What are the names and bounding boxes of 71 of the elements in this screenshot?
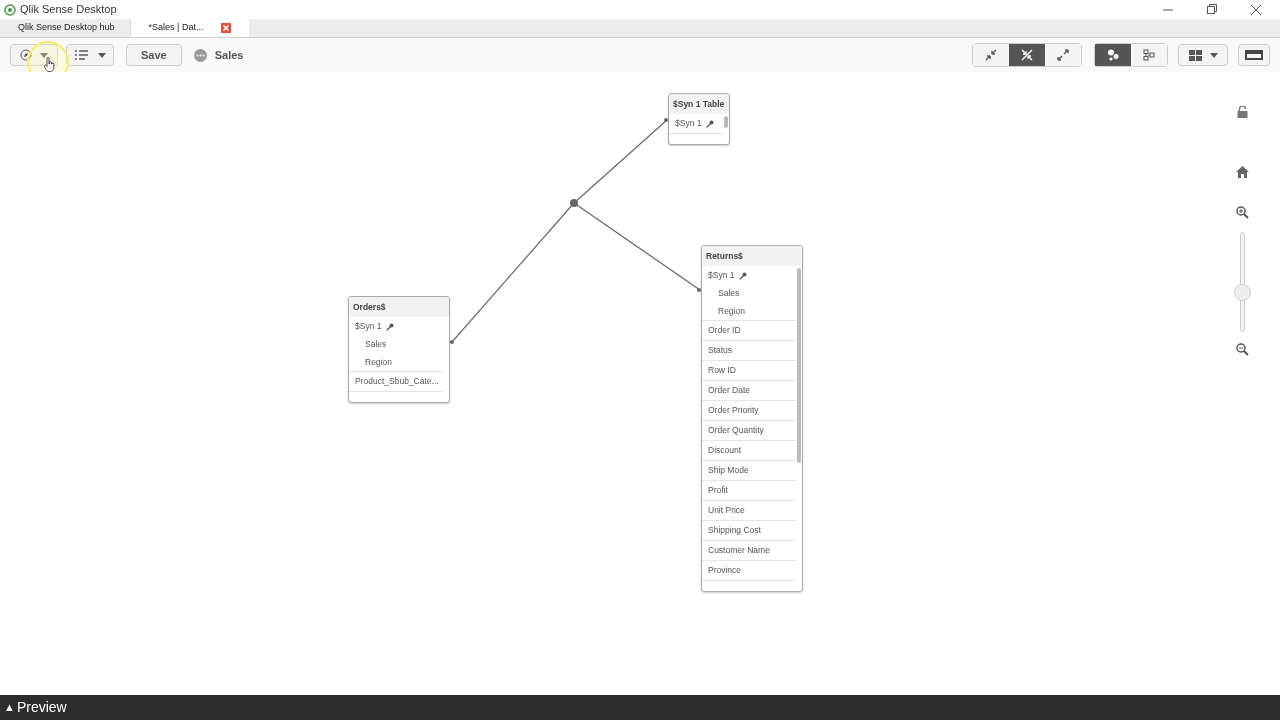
preview-toggle-button[interactable] <box>1238 44 1270 66</box>
navigation-dropdown-button[interactable] <box>10 44 58 66</box>
scrollbar[interactable] <box>724 116 728 129</box>
layout-dropdown-button[interactable] <box>1178 44 1228 66</box>
field-name[interactable]: Ship Mode <box>708 464 749 477</box>
field-name[interactable]: Region <box>365 355 392 369</box>
field-name[interactable]: $Syn 1 <box>708 269 735 282</box>
zoom-slider[interactable] <box>1234 232 1251 332</box>
field-name[interactable]: Status <box>708 344 733 357</box>
tab-label: Qlik Sense Desktop hub <box>18 21 115 35</box>
grid-icon <box>1188 49 1202 61</box>
caret-icon <box>40 52 48 58</box>
collapse-arrows-icon <box>985 49 997 61</box>
panel-icon <box>1245 50 1263 60</box>
field-name[interactable]: Sales <box>365 338 387 352</box>
field-name[interactable]: Customer Name <box>708 544 770 557</box>
slider-thumb[interactable] <box>1234 284 1251 302</box>
sheet-list-dropdown-button[interactable] <box>66 44 114 66</box>
table-title: $Syn 1 Table <box>673 97 725 111</box>
key-icon <box>706 119 715 128</box>
view-toggle-button[interactable] <box>1131 44 1167 66</box>
zoom-out-icon[interactable] <box>1236 343 1249 356</box>
caret-icon <box>1209 52 1218 58</box>
bubble-view-icon <box>1107 49 1119 61</box>
preview-label[interactable]: Preview <box>16 697 67 718</box>
lock-icon[interactable] <box>1237 106 1248 118</box>
field-name[interactable]: Profit <box>708 484 728 497</box>
tree-view-icon <box>1143 49 1155 61</box>
field-name[interactable]: Sales <box>718 287 740 301</box>
field-name[interactable]: Product_Sbub_Cate... <box>355 375 439 388</box>
more-icon[interactable] <box>193 48 207 62</box>
field-name[interactable]: Shipping Cost <box>708 524 761 537</box>
zoom-in-icon[interactable] <box>1236 206 1249 219</box>
expand-arrow[interactable]: ▲ <box>4 699 15 716</box>
field-name[interactable]: $Syn 1 <box>355 320 382 333</box>
field-name[interactable]: Order ID <box>708 324 741 337</box>
compass-icon <box>20 49 32 61</box>
field-name[interactable]: Unit Price <box>708 504 745 517</box>
field-name[interactable]: Province <box>708 564 742 577</box>
list-icon <box>74 50 88 60</box>
tab[interactable]: *Sales | Dat... <box>130 18 250 37</box>
table-title: Orders$ <box>353 300 386 314</box>
field-name[interactable]: $Syn 1 <box>675 117 702 130</box>
field-name[interactable]: Region <box>718 304 745 318</box>
field-name[interactable]: Discount <box>708 444 742 457</box>
expand-arrows-icon <box>1057 49 1069 61</box>
caret-icon <box>97 52 106 58</box>
view-toggle-button[interactable] <box>973 44 1009 66</box>
view-toggle-button[interactable] <box>1095 44 1131 66</box>
view-toggle-button[interactable] <box>1045 44 1081 66</box>
key-icon <box>739 271 748 280</box>
window-title: Qlik Sense Desktop <box>20 2 117 18</box>
home-icon[interactable] <box>1236 166 1249 178</box>
field-name[interactable]: Row ID <box>708 364 736 377</box>
save-button[interactable]: Save <box>126 44 182 66</box>
table-card[interactable]: Returns$ $Syn 1 Sales Region Order ID Status Row ID Order Date Order Priority Order Quantity Discount Ship Mode Profit Unit Price Shipping Cost Customer Name Province <box>701 245 803 592</box>
table-title: Returns$ <box>706 249 743 263</box>
contract-arrows-icon <box>1021 49 1033 61</box>
field-name[interactable]: Order Date <box>708 384 751 397</box>
field-name[interactable]: Order Quantity <box>708 424 764 437</box>
app-logo-icon <box>4 3 16 16</box>
table-card[interactable]: Orders$ $Syn 1 Sales Region Product_Sbub_Cate... <box>348 296 450 403</box>
junction-dot <box>570 199 578 207</box>
app-name: Sales <box>214 47 244 63</box>
key-icon <box>386 322 395 331</box>
view-toggle-button[interactable] <box>1009 44 1045 66</box>
field-name[interactable]: Order Priority <box>708 404 759 417</box>
tab-label: *Sales | Dat... <box>148 20 204 34</box>
table-card[interactable]: $Syn 1 Table $Syn 1 <box>668 93 730 145</box>
scrollbar[interactable] <box>797 268 801 464</box>
close-tab-icon[interactable] <box>221 22 232 33</box>
